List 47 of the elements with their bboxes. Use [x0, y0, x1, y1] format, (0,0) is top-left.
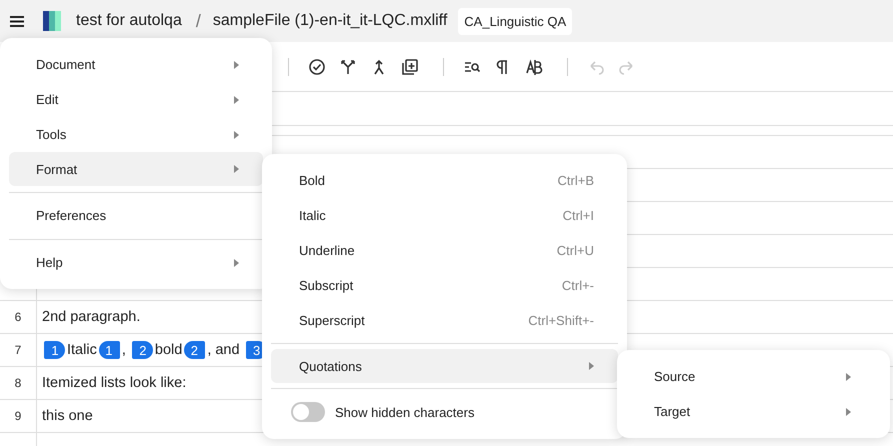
menu-item[interactable]: Tools — [9, 117, 263, 152]
segment-text: Itemized lists look like: — [42, 375, 186, 391]
segment-text: , and — [207, 342, 241, 358]
spellcheck-icon[interactable] — [525, 58, 543, 76]
split-icon[interactable] — [339, 58, 357, 76]
add-box-icon[interactable] — [401, 58, 419, 76]
tag-marker[interactable]: 1 — [44, 341, 65, 359]
toggle-switch[interactable] — [291, 402, 325, 422]
project-name[interactable]: test for autolqa — [76, 12, 182, 30]
segment-text: Italic — [67, 342, 97, 358]
menu-item[interactable]: Preferences — [9, 198, 263, 233]
menu-item[interactable]: Edit — [9, 82, 263, 117]
menu-item[interactable]: Source — [626, 359, 881, 394]
workflow-badge: CA_Linguistic QA — [458, 8, 572, 34]
shortcut-text: Ctrl+- — [562, 278, 594, 293]
shortcut-text: Ctrl+I — [562, 208, 594, 223]
menu-item[interactable]: Italic Ctrl+I — [271, 198, 618, 233]
shortcut-text: Ctrl+Shift+- — [528, 313, 594, 328]
segment-number: 8 — [14, 376, 22, 390]
segment-number: 9 — [14, 409, 22, 423]
menu-item[interactable]: Underline Ctrl+U — [271, 233, 618, 268]
segment-number: 6 — [14, 310, 22, 324]
segment-text: this one — [42, 408, 93, 424]
menu-item[interactable]: Help — [9, 245, 263, 280]
menu-item[interactable]: Superscript Ctrl+Shift+- — [271, 303, 618, 338]
menu-item[interactable]: Document — [9, 47, 263, 82]
tag-marker[interactable]: 2 — [184, 341, 206, 359]
check-circle-icon[interactable] — [308, 58, 326, 76]
tag-marker[interactable]: 1 — [98, 341, 120, 359]
file-name: sampleFile (1)-en-it_it-LQC.mxliff — [212, 12, 448, 30]
menu-item[interactable]: Format — [9, 152, 263, 186]
logo-icon — [43, 11, 61, 31]
menu-item[interactable]: Bold Ctrl+B — [271, 163, 618, 198]
toggle-label: Show hidden characters — [335, 404, 474, 420]
menu-item[interactable]: Subscript Ctrl+- — [271, 268, 618, 303]
shortcut-text: Ctrl+U — [556, 243, 594, 258]
shortcut-text: Ctrl+B — [558, 173, 594, 188]
menu-icon[interactable] — [10, 16, 24, 26]
segment-text: 2nd paragraph. — [42, 309, 140, 325]
segment-text: bold — [154, 342, 182, 358]
tag-marker[interactable]: 2 — [132, 341, 153, 359]
submenu-arrow-icon — [589, 362, 594, 370]
menu-item[interactable]: Target — [626, 394, 881, 429]
breadcrumb-separator: / — [196, 10, 201, 32]
segment-number: 7 — [14, 343, 22, 357]
segment-text: , — [122, 342, 127, 358]
menu-item[interactable]: Quotations — [271, 349, 618, 383]
